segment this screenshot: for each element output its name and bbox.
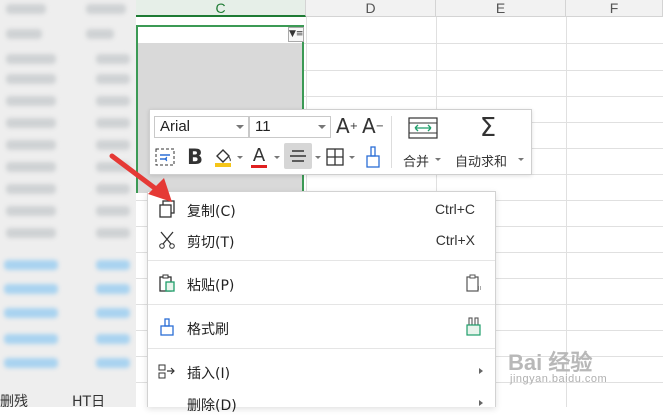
format-painter-multi-icon[interactable] — [465, 317, 483, 337]
merge-label[interactable]: 合并 — [403, 151, 429, 170]
chevron-right-icon — [479, 368, 483, 374]
bold-icon[interactable]: B — [184, 145, 206, 169]
align-center-icon[interactable] — [284, 143, 312, 169]
column-header-c[interactable]: C — [136, 0, 306, 17]
context-menu: 复制(C) Ctrl+C 剪切(T) Ctrl+X 粘贴(P) 格式刷 插入(I… — [147, 191, 496, 414]
font-color-icon[interactable]: A — [248, 144, 270, 170]
menu-item-insert[interactable]: 插入(I) — [148, 356, 495, 386]
red-arrow-annotation — [109, 153, 172, 202]
selected-header-cell[interactable] — [136, 25, 304, 44]
font-size-select[interactable]: 11 — [249, 116, 331, 138]
chevron-right-icon — [479, 400, 483, 406]
baidu-watermark: Bai 经验 jingyan.baidu.com — [508, 350, 608, 385]
column-header-f[interactable]: F — [566, 0, 663, 17]
merge-cells-icon[interactable] — [407, 116, 439, 140]
format-painter-icon — [160, 318, 174, 336]
column-header-d[interactable]: D — [306, 0, 436, 17]
autosum-label[interactable]: 自动求和 — [455, 151, 507, 170]
menu-item-copy[interactable]: 复制(C) Ctrl+C — [148, 194, 495, 224]
menu-item-format-painter[interactable]: 格式刷 — [148, 312, 495, 342]
fill-color-icon[interactable] — [212, 145, 234, 169]
decrease-font-icon[interactable]: A − — [362, 114, 384, 138]
font-name-select[interactable]: Arial — [154, 116, 249, 138]
paste-icon — [159, 274, 175, 292]
format-painter-toolbar-icon[interactable] — [362, 144, 384, 170]
autosum-icon[interactable]: Σ — [475, 113, 501, 143]
borders-icon[interactable] — [324, 145, 346, 169]
cell-text-bottom: 删残 HT日 — [0, 394, 106, 410]
increase-font-icon[interactable]: A + — [336, 114, 358, 138]
cut-icon — [159, 231, 175, 249]
menu-item-cut[interactable]: 剪切(T) Ctrl+X — [148, 225, 495, 255]
menu-item-paste[interactable]: 粘贴(P) — [148, 268, 495, 298]
paste-special-icon[interactable] — [465, 274, 483, 292]
filter-dropdown-icon[interactable]: ▼≡ — [288, 27, 304, 42]
mini-toolbar: Arial 11 A + A − B A 合并 Σ 自动求和 — [149, 109, 532, 175]
column-header-e[interactable]: E — [436, 0, 566, 17]
insert-icon — [158, 364, 175, 379]
menu-item-delete[interactable]: 删除(D) — [148, 388, 495, 418]
